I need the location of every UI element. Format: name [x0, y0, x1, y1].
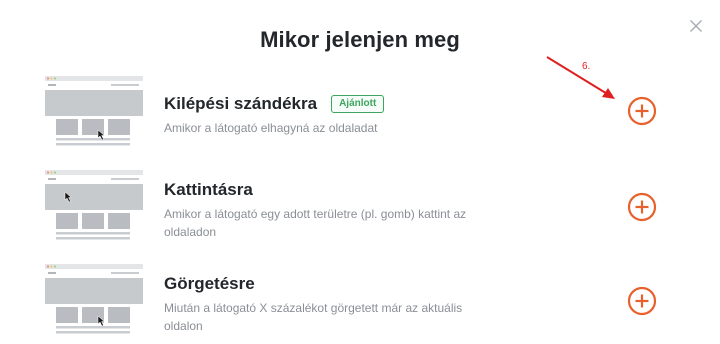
- scroll-illustration: [45, 264, 143, 336]
- recommended-badge: Ajánlott: [331, 95, 385, 113]
- add-scroll-button[interactable]: [627, 286, 657, 316]
- exit-intent-illustration: [45, 76, 143, 148]
- add-click-button[interactable]: [627, 192, 657, 222]
- option-description: Amikor a látogató egy adott területre (p…: [164, 207, 467, 239]
- option-title: Görgetésre: [164, 274, 255, 293]
- option-title: Kilépési szándékra: [164, 94, 318, 113]
- add-exit-intent-button[interactable]: [627, 96, 657, 126]
- option-title: Kattintásra: [164, 180, 253, 199]
- dialog-title: Mikor jelenjen meg: [260, 27, 460, 52]
- click-illustration: [45, 170, 143, 242]
- option-row-click[interactable]: Kattintásra Amikor a látogató egy adott …: [0, 170, 720, 246]
- option-row-scroll[interactable]: Görgetésre Miután a látogató X százaléko…: [0, 264, 720, 340]
- annotation-label: 6.: [582, 61, 591, 72]
- option-description: Amikor a látogató elhagyná az oldaladat: [164, 121, 378, 135]
- option-description: Miután a látogató X százalékot görgetett…: [164, 301, 463, 333]
